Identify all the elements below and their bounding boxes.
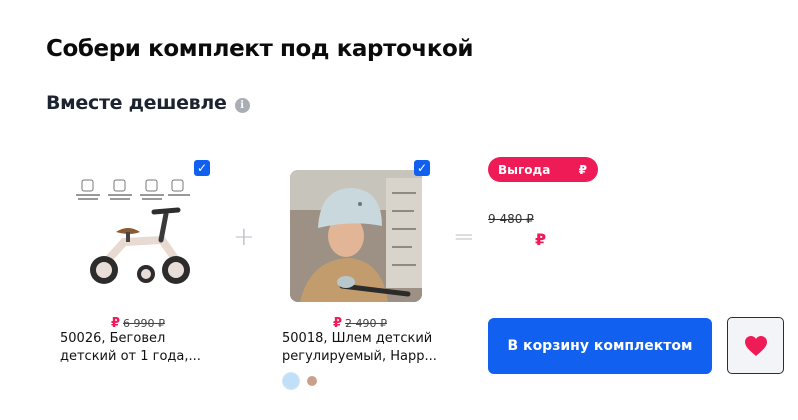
heart-icon [744,335,767,356]
favorite-button[interactable] [727,317,784,374]
color-swatches [282,372,317,390]
product-price-row-2: ₽2 490 ₽ [280,312,440,331]
helmet-photo [290,170,422,302]
product-name-line-2: детский от 1 года,... [60,349,201,364]
product-name-line-1: 50026, Беговел [60,331,166,346]
savings-badge-label: Выгода [498,162,551,177]
product-image-helmet[interactable] [290,170,422,302]
product-price-row-1: ₽6 990 ₽ [58,312,218,331]
info-icon[interactable]: i [234,98,250,113]
plus-sign: + [233,222,255,252]
product-image-balance-bike[interactable] [68,170,200,302]
current-price-2: ₽ [332,316,343,331]
old-price-1: 6 990 ₽ [123,317,166,330]
product-name-2[interactable]: 50018, Шлем детский регулируемый, Happ..… [282,330,442,366]
product-checkbox-1[interactable]: ✓ [194,160,210,176]
product-name-1[interactable]: 50026, Беговел детский от 1 года,... [60,330,220,366]
bundle-new-total: ₽ [535,230,547,249]
current-price-1: ₽ [110,316,121,331]
bundle-subtitle: Вместе дешевле [46,92,227,114]
section-title: Собери комплект под карточкой [46,36,474,62]
add-bundle-to-cart-button[interactable]: В корзину комплектом [488,318,712,374]
bundle-old-total: 9 480 ₽ [488,212,534,226]
subtitle-row: Вместе дешевле i [46,92,250,114]
balance-bike-image [76,179,190,284]
product-checkbox-2[interactable]: ✓ [414,160,430,176]
old-price-2: 2 490 ₽ [345,317,388,330]
product-name-line-1: 50018, Шлем детский [282,331,433,346]
equals-sign: = [453,222,475,252]
savings-badge-currency: ₽ [578,162,587,177]
product-name-line-2: регулируемый, Happ... [282,349,437,364]
savings-badge: Выгода ₽ [488,157,598,182]
color-swatch-light-blue[interactable] [282,372,300,390]
color-swatch-beige[interactable] [307,376,317,386]
